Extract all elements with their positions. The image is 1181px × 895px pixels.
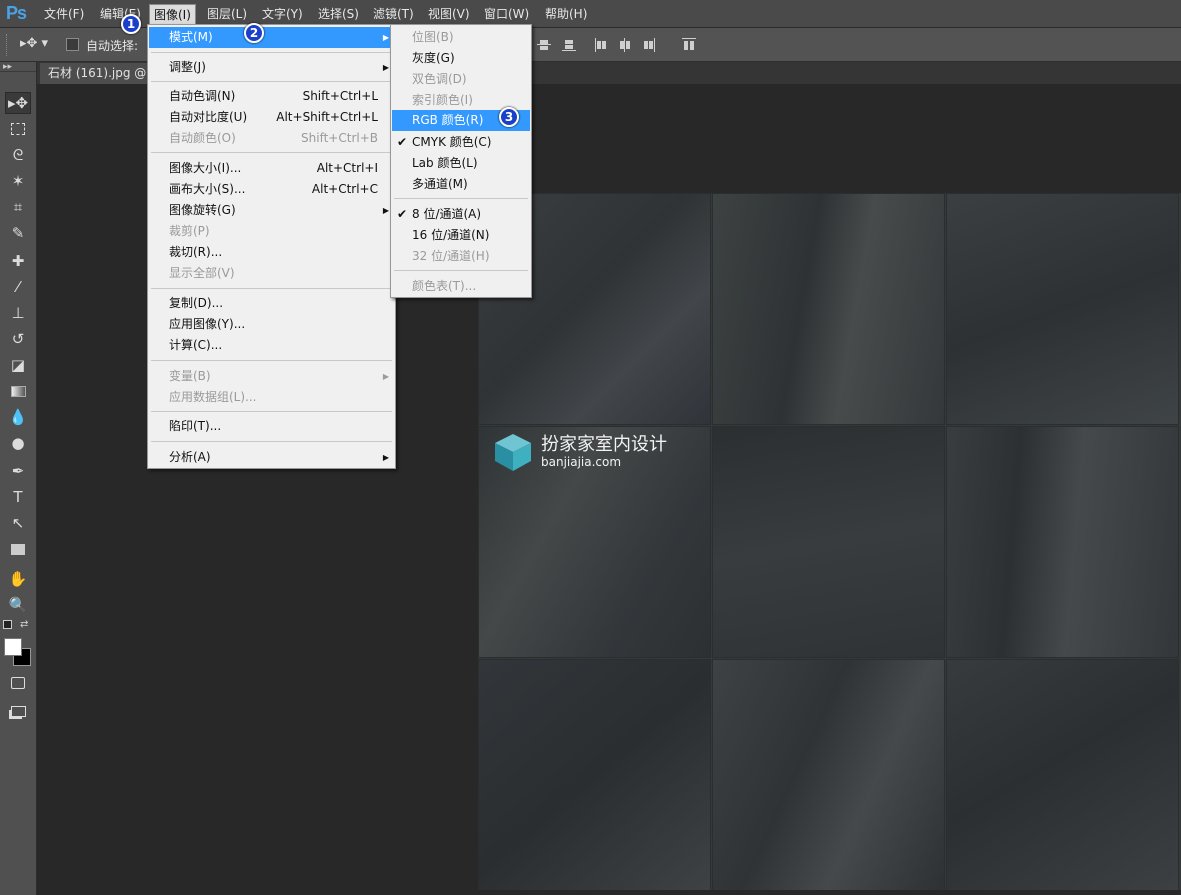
eraser-tool-icon[interactable]: ◪ <box>5 354 31 376</box>
auto-select-checkbox[interactable] <box>66 38 79 51</box>
pen-tool-icon[interactable]: ✒ <box>5 460 31 482</box>
mode-item-duotone: 双色调(D) <box>412 72 467 86</box>
clone-stamp-tool-icon[interactable]: ⊥ <box>5 302 31 324</box>
auto-align-layers-icon[interactable] <box>682 38 696 52</box>
align-horizontal-centers-icon[interactable] <box>618 38 632 52</box>
stone-texture-image <box>478 193 1181 890</box>
dodge-tool-icon[interactable]: ● <box>5 432 31 454</box>
stone-tile <box>478 659 711 890</box>
brush-tool-icon[interactable]: ⁄ <box>5 276 31 298</box>
menu-item-apply-data-set: 应用数据组(L)... <box>169 390 257 404</box>
stone-tile <box>712 659 945 890</box>
screen-mode-icon[interactable] <box>5 700 31 722</box>
tools-panel: ▸▸ ▸✥ ᘓ ✶ ⌗ ✎ ✚ ⁄ ⊥ ↺ ◪ 💧 ● ✒ T ↖ ✋ 🔍 ⇄ <box>0 62 37 895</box>
menu-item-analysis[interactable]: 分析(A) ▶ <box>149 447 394 468</box>
swap-colors-icon[interactable]: ⇄ <box>20 619 28 630</box>
stone-tile <box>946 659 1179 890</box>
menu-item-variables: 变量(B) ▶ <box>169 369 389 383</box>
mode-item-multichannel[interactable]: 多通道(M) <box>392 174 530 195</box>
auto-select-label: 自动选择: <box>86 39 139 53</box>
lasso-tool-icon[interactable]: ᘓ <box>5 144 31 166</box>
menu-item-crop: 裁剪(P) <box>169 224 210 238</box>
menu-item-image-size[interactable]: 图像大小(I)... Alt+Ctrl+I <box>149 158 394 179</box>
eyedropper-tool-icon[interactable]: ✎ <box>5 222 31 244</box>
mode-submenu: 位图(B) 灰度(G) 双色调(D) 索引颜色(I) RGB 颜色(R) ✔ CM… <box>390 24 532 298</box>
menu-item-calculations[interactable]: 计算(C)... <box>149 335 394 356</box>
checkmark-icon: ✔ <box>397 135 408 149</box>
photoshop-logo: Ps <box>6 3 27 23</box>
menu-item-adjustments[interactable]: 调整(J) ▶ <box>149 57 394 78</box>
menu-select[interactable]: 选择(S) <box>314 6 363 24</box>
magic-wand-tool-icon[interactable]: ✶ <box>5 170 31 192</box>
menu-item-canvas-size[interactable]: 画布大小(S)... Alt+Ctrl+C <box>149 179 394 200</box>
menu-image[interactable]: 图像(I) <box>149 4 196 26</box>
foreground-color-swatch[interactable] <box>4 638 22 656</box>
move-tool-preset-icon[interactable]: ▸✥ ▾ <box>20 36 48 51</box>
mode-item-cmyk-color[interactable]: ✔ CMYK 颜色(C) <box>392 132 530 153</box>
step-badge-3: 3 <box>499 107 519 127</box>
options-bar-grip[interactable] <box>6 34 9 56</box>
menu-window[interactable]: 窗口(W) <box>480 6 533 24</box>
watermark-title: 扮家家室内设计 <box>541 434 667 455</box>
healing-brush-tool-icon[interactable]: ✚ <box>5 250 31 272</box>
menu-item-trim[interactable]: 裁切(R)... <box>149 242 394 263</box>
menu-item-auto-contrast[interactable]: 自动对比度(U) Alt+Shift+Ctrl+L <box>149 107 394 128</box>
step-badge-1: 1 <box>121 14 141 34</box>
checkmark-icon: ✔ <box>397 207 408 221</box>
step-badge-2: 2 <box>244 23 264 43</box>
default-colors-icon[interactable] <box>3 620 12 629</box>
blur-tool-icon[interactable]: 💧 <box>5 406 31 428</box>
history-brush-tool-icon[interactable]: ↺ <box>5 328 31 350</box>
watermark-url: banjiajia.com <box>541 455 622 469</box>
image-menu-dropdown: 模式(M) ▶ 调整(J) ▶ 自动色调(N) Shift+Ctrl+L 自动对比度(… <box>147 24 396 469</box>
menu-view[interactable]: 视图(V) <box>424 6 474 24</box>
menu-filter[interactable]: 滤镜(T) <box>369 6 418 24</box>
menu-item-auto-tone[interactable]: 自动色调(N) Shift+Ctrl+L <box>149 86 394 107</box>
quick-mask-icon[interactable] <box>5 672 31 694</box>
align-vertical-centers-icon[interactable] <box>537 38 551 52</box>
document-tab[interactable]: 石材 (161).jpg @ 5 <box>40 63 160 84</box>
marquee-tool-icon[interactable] <box>5 118 31 140</box>
align-bottom-edges-icon[interactable] <box>562 38 576 52</box>
stone-tile <box>946 426 1179 658</box>
stone-tile <box>712 426 945 658</box>
watermark: 扮家家室内设计 banjiajia.com <box>493 430 723 475</box>
mode-item-lab-color[interactable]: Lab 颜色(L) <box>392 153 530 174</box>
menu-item-auto-color: 自动颜色(O) Shift+Ctrl+B <box>169 131 378 145</box>
tools-panel-collapse-icon[interactable]: ▸▸ <box>0 62 36 72</box>
type-tool-icon[interactable]: T <box>5 486 31 508</box>
menu-item-reveal-all: 显示全部(V) <box>169 266 235 280</box>
rectangle-tool-icon[interactable] <box>5 538 31 560</box>
menu-item-image-rotation[interactable]: 图像旋转(G) ▶ <box>149 200 394 221</box>
stone-tile <box>712 193 945 425</box>
mode-item-8-bit[interactable]: ✔ 8 位/通道(A) <box>392 204 530 225</box>
menu-file[interactable]: 文件(F) <box>40 6 88 24</box>
menu-item-mode[interactable]: 模式(M) ▶ <box>149 27 394 48</box>
hand-tool-icon[interactable]: ✋ <box>5 568 31 590</box>
menu-item-duplicate[interactable]: 复制(D)... <box>149 293 394 314</box>
gradient-tool-icon[interactable] <box>5 380 31 402</box>
move-tool-icon[interactable]: ▸✥ <box>5 92 31 114</box>
menu-item-trap[interactable]: 陷印(T)... <box>149 416 394 437</box>
stone-tile <box>946 193 1179 425</box>
mode-item-32-bit: 32 位/通道(H) <box>412 249 490 263</box>
crop-tool-icon[interactable]: ⌗ <box>5 196 31 218</box>
mode-item-grayscale[interactable]: 灰度(G) <box>392 48 530 69</box>
menu-type[interactable]: 文字(Y) <box>258 6 307 24</box>
banjiajia-logo-icon <box>495 434 531 471</box>
menu-item-apply-image[interactable]: 应用图像(Y)... <box>149 314 394 335</box>
zoom-tool-icon[interactable]: 🔍 <box>5 594 31 616</box>
mode-item-16-bit[interactable]: 16 位/通道(N) <box>392 225 530 246</box>
align-left-edges-icon[interactable] <box>594 38 608 52</box>
mode-item-bitmap: 位图(B) <box>412 30 454 44</box>
path-selection-tool-icon[interactable]: ↖ <box>5 512 31 534</box>
mode-item-color-table: 颜色表(T)... <box>412 279 477 293</box>
menu-layer[interactable]: 图层(L) <box>203 6 251 24</box>
menu-help[interactable]: 帮助(H) <box>541 6 591 24</box>
align-right-edges-icon[interactable] <box>642 38 656 52</box>
